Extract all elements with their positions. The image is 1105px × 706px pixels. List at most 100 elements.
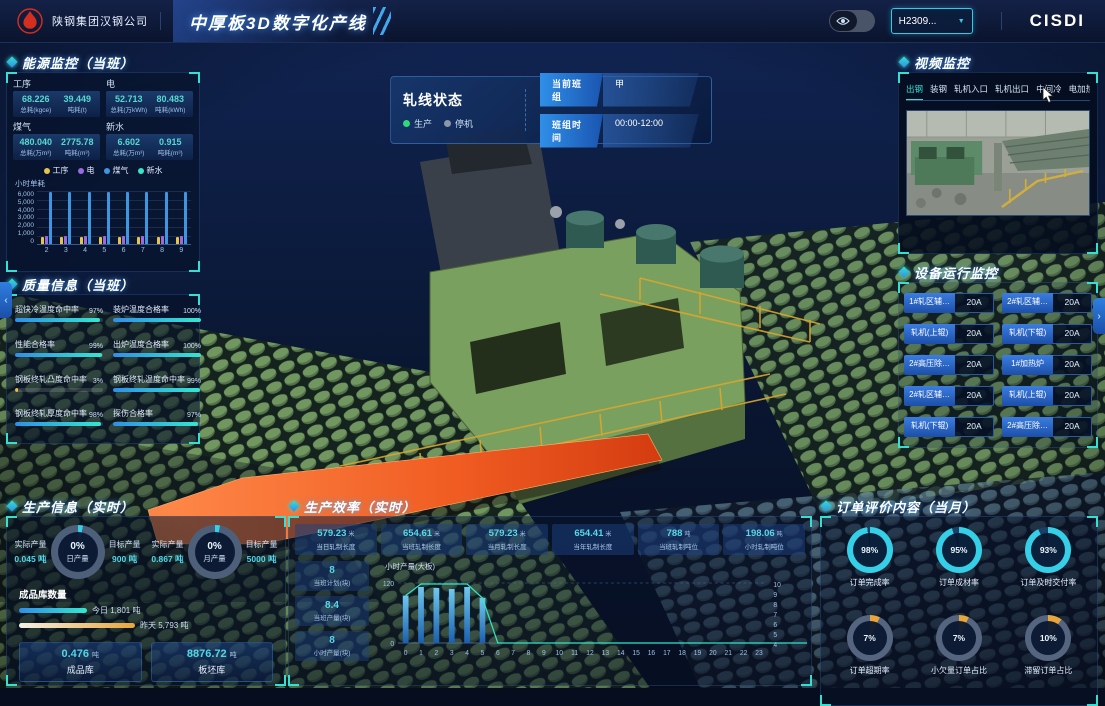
shift-info-row: 当前班组甲 bbox=[540, 73, 699, 107]
equipment-label: 2#高压除… bbox=[904, 355, 955, 375]
quality-item: 装炉温度合格率100% bbox=[113, 304, 201, 330]
donut-hole: 0%月产量 bbox=[195, 532, 235, 572]
quality-pct: 98% bbox=[89, 412, 103, 419]
shift-info-key[interactable]: 当前班组 bbox=[540, 73, 603, 107]
order-donut-label: 订单及时交付率 bbox=[1020, 577, 1076, 588]
svg-text:9: 9 bbox=[773, 592, 777, 599]
energy-card: 480.040总耗(万m³)2775.78吨耗(m³) bbox=[13, 134, 100, 160]
device-dropdown[interactable]: H2309... ▼ bbox=[891, 8, 973, 34]
panel-video-title: 视频监控 bbox=[914, 53, 970, 72]
quality-label: 钢板终轧凸度命中率 bbox=[15, 374, 87, 385]
efficiency-card-value: 579.23米 bbox=[467, 528, 547, 539]
quality-pct: 99% bbox=[89, 343, 103, 350]
line-status-rows: 当前班组甲班组时间00:00-12:00 bbox=[540, 73, 699, 148]
panel-video: 视频监控 出钢装钢轧机入口轧机出口中间冷电加热 bbox=[898, 52, 1098, 252]
efficiency-card: 654.61米当班轧制长度 bbox=[381, 524, 463, 555]
y-tick: 3,000 bbox=[18, 214, 34, 221]
stock-card-value: 8876.72吨 bbox=[154, 648, 271, 660]
panel-orders-header: 订单评价内容（当月） bbox=[820, 496, 1098, 516]
y-tick: 1,000 bbox=[18, 230, 34, 237]
video-tab-中间冷[interactable]: 中间冷 bbox=[1036, 83, 1062, 95]
quality-label: 性能合格率 bbox=[15, 339, 55, 350]
video-tab-轧机出口[interactable]: 轧机出口 bbox=[995, 83, 1029, 95]
panel-orders-title: 订单评价内容（当月） bbox=[836, 497, 976, 516]
x-tick: 9 bbox=[179, 247, 183, 256]
corner-bracket bbox=[1087, 516, 1098, 527]
equipment-label: 轧机(下辊) bbox=[904, 417, 955, 437]
corner-bracket bbox=[1087, 437, 1098, 448]
energy-metric: 6.602总耗(万m³) bbox=[108, 137, 150, 157]
quality-pct: 100% bbox=[183, 308, 201, 315]
panel-efficiency-title: 生产效率（实时） bbox=[304, 497, 416, 516]
hourly-chart: 1200012345678910111213141516171819202122… bbox=[373, 573, 807, 672]
quality-item-top: 超快冷温度命中率97% bbox=[15, 304, 103, 315]
energy-group: 新水6.602总耗(万m³)0.915吨耗(m³) bbox=[106, 120, 193, 160]
energy-metric: 52.713总耗(万kWh) bbox=[108, 94, 150, 114]
quality-label: 钢板终轧厚度命中率 bbox=[15, 408, 87, 419]
video-tab-装钢[interactable]: 装钢 bbox=[930, 83, 947, 95]
efficiency-mini-label: 当班计划(块) bbox=[296, 577, 368, 587]
svg-text:6: 6 bbox=[773, 622, 777, 629]
corner-bracket bbox=[288, 516, 299, 527]
video-tab-轧机入口[interactable]: 轧机入口 bbox=[954, 83, 988, 95]
diamond-icon bbox=[288, 500, 299, 511]
efficiency-unit: 米 bbox=[605, 529, 611, 538]
legend-item: 煤气 bbox=[104, 165, 129, 176]
efficiency-mini-label: 当班产量(块) bbox=[296, 612, 368, 622]
cctv-feed[interactable] bbox=[906, 110, 1090, 216]
corner-bracket bbox=[189, 261, 200, 272]
energy-chart-xaxis: 23456789 bbox=[37, 245, 191, 256]
equipment-item: 2#轧区辅…20A bbox=[904, 386, 994, 406]
svg-text:14: 14 bbox=[617, 650, 625, 657]
quality-item: 探伤合格率97% bbox=[113, 408, 201, 434]
energy-groups: 工序68.226总耗(kgce)39.449吨耗(t)电52.713总耗(万kW… bbox=[7, 73, 199, 162]
panel-efficiency-header: 生产效率（实时） bbox=[288, 496, 812, 516]
donut-value: 7% bbox=[953, 633, 965, 643]
efficiency-mini-value: 8.4 bbox=[296, 600, 368, 611]
energy-metric: 2775.78吨耗(m³) bbox=[57, 137, 99, 157]
efficiency-card-value: 788吨 bbox=[639, 528, 719, 539]
quality-bar bbox=[113, 318, 201, 322]
app-title-block: 中厚板3D数字化产线 bbox=[173, 0, 401, 42]
shift-info-key[interactable]: 班组时间 bbox=[540, 114, 603, 148]
efficiency-card-label: 当月轧制长度 bbox=[467, 541, 547, 551]
energy-value: 52.713 bbox=[108, 94, 150, 104]
efficiency-card-label: 当班轧制长度 bbox=[382, 541, 462, 551]
video-tab-出钢[interactable]: 出钢 bbox=[906, 83, 923, 95]
y-tick: 4,000 bbox=[18, 207, 34, 214]
panel-quality-header: 质量信息（当班） bbox=[6, 274, 200, 294]
stock-bar bbox=[19, 608, 87, 613]
panel-video-body: 出钢装钢轧机入口轧机出口中间冷电加热 bbox=[898, 72, 1098, 254]
corner-bracket bbox=[6, 72, 17, 83]
svg-text:5: 5 bbox=[481, 650, 485, 657]
quality-bar-fill bbox=[113, 422, 198, 426]
equipment-item: 2#高压除…20A bbox=[1002, 417, 1092, 437]
eye-icon bbox=[830, 11, 857, 31]
left-panel-collapse-tab[interactable]: ‹ bbox=[0, 282, 12, 318]
order-donut: 98%订单完成率 bbox=[827, 527, 912, 608]
equipment-item: 轧机(上辊)20A bbox=[1002, 386, 1092, 406]
equipment-grid: 1#轧区辅…20A2#轧区辅…20A轧机(上辊)20A轧机(下辊)20A2#高压… bbox=[898, 282, 1098, 448]
svg-text:120: 120 bbox=[383, 581, 394, 588]
stock-bars: 今日 1,801 吨昨天 5,793 吨 bbox=[7, 605, 285, 631]
panel-efficiency: 生产效率（实时） 579.23米当日轧制长度654.61米当班轧制长度579.2… bbox=[288, 496, 812, 684]
status-legend-label: 生产 bbox=[414, 117, 432, 130]
svg-text:0: 0 bbox=[390, 641, 394, 648]
quality-grid: 超快冷温度命中率97%装炉温度合格率100%性能合格率99%出炉温度合格率100… bbox=[6, 294, 200, 444]
equipment-item: 1#加热炉20A bbox=[1002, 355, 1092, 375]
visibility-toggle[interactable] bbox=[829, 10, 875, 32]
x-tick: 3 bbox=[64, 247, 68, 256]
right-panel-collapse-tab[interactable]: › bbox=[1093, 298, 1105, 334]
target-output-value: 5000 吨 bbox=[246, 553, 278, 565]
stock-bar-text: 昨天 5,793 吨 bbox=[140, 620, 188, 631]
stock-card: 0.476吨成品库 bbox=[19, 642, 142, 682]
equipment-value: 20A bbox=[1053, 324, 1092, 344]
production-row: 实际产量0.045 吨0%日产量目标产量900 吨实际产量0.867 吨0%月产… bbox=[7, 517, 285, 583]
corner-bracket bbox=[1087, 72, 1098, 83]
quality-pct: 3% bbox=[93, 378, 103, 385]
line-status-title: 轧线状态 bbox=[403, 90, 511, 110]
stock-card-unit: 吨 bbox=[92, 650, 99, 660]
energy-label: 总耗(万kWh) bbox=[108, 104, 150, 114]
order-donut-chart: 95% bbox=[936, 527, 982, 573]
video-tab-电加热[interactable]: 电加热 bbox=[1069, 83, 1090, 95]
